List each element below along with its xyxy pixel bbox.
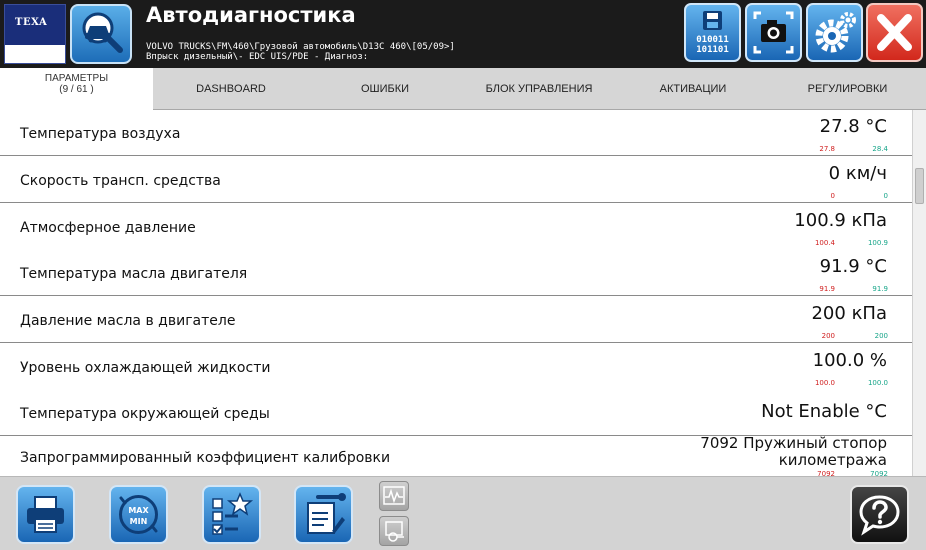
logo-text: TEXA [15,17,48,28]
tab-adjustments[interactable]: РЕГУЛИРОВКИ [769,68,926,110]
parameter-value: 100.9 кПа [794,210,887,231]
parameter-value: 100.0 % [812,350,887,371]
settings-button[interactable] [806,3,863,62]
parameter-max: 0 [883,192,888,200]
parameter-label: Скорость трансп. средства [20,173,221,189]
parameter-value-line2: километража [778,451,887,469]
parameter-row[interactable]: Давление масла в двигателе 200 кПа 200 2… [0,297,912,343]
help-button[interactable] [850,485,909,544]
parameter-value: 200 кПа [811,303,887,324]
parameter-value: 27.8 °C [819,116,887,137]
parameter-label: Давление масла в двигателе [20,313,236,329]
parameter-row[interactable]: Скорость трансп. средства 0 км/ч 0 0 [0,157,912,203]
tab-errors[interactable]: ОШИБКИ [309,68,461,110]
graph-view-button[interactable] [379,481,409,511]
parameter-max: 100.9 [867,239,888,247]
screenshot-button[interactable] [745,3,802,62]
parameter-row[interactable]: Температура воздуха 27.8 °C 27.8 28.4 [0,110,912,156]
list-scrollbar[interactable] [912,110,926,476]
parameter-value: 7092 Пружиный стопор километража [700,435,887,469]
parameter-value-line1: 7092 Пружиный стопор [700,434,887,452]
parameter-max: 91.9 [872,285,888,293]
parameter-min: 100.0 [814,379,835,387]
vehicle-path-line2: Впрыск дизельный\- EDC UIS/PDE - Диагноз… [146,52,369,62]
favorites-checklist-button[interactable] [202,485,261,544]
parameter-label: Запрограммированный коэффициент калибров… [20,450,391,466]
tab-activations[interactable]: АКТИВАЦИИ [617,68,769,110]
screenshot-icon [753,11,794,54]
tab-parameters[interactable]: ПАРАМЕТРЫ (9 / 61 ) [0,68,153,110]
parameter-label: Уровень охлаждающей жидкости [20,360,271,376]
scrollbar-thumb[interactable] [915,168,924,204]
printer-icon [27,496,64,533]
tab-bar: ПАРАМЕТРЫ (9 / 61 ) DASHBOARD ОШИБКИ БЛО… [0,68,926,110]
help-icon [859,495,900,536]
parameter-min: 100.4 [814,239,835,247]
settings-gear-icon [815,12,856,53]
graph-icon [383,486,405,505]
tab-parameters-label: ПАРАМЕТРЫ [44,73,109,84]
parameter-label: Температура масла двигателя [20,266,248,282]
parameter-row[interactable]: Температура масла двигателя 91.9 °C 91.9… [0,250,912,296]
vehicle-path-line1: VOLVO TRUCKS\FM\460\Грузовой автомобиль\… [146,42,455,52]
report-button[interactable] [294,485,353,544]
parameter-label: Атмосферное давление [20,220,196,236]
parameter-row[interactable]: Температура окружающей среды Not Enable … [0,390,912,436]
tab-parameters-count: (9 / 61 ) [59,84,94,95]
parameter-max: 100.0 [867,379,888,387]
search-car-button[interactable] [70,4,132,64]
parameter-max: 28.4 [872,145,888,153]
page-title: Автодиагностика [146,3,356,27]
save-icon-text-1: 010011 [696,35,729,45]
parameter-max: 200 [874,332,888,340]
vehicle-path: VOLVO TRUCKS\FM\460\Грузовой автомобиль\… [146,42,455,62]
max-label: MAX [128,506,149,515]
max-min-button[interactable]: MAX MIN [109,485,168,544]
component-icon [385,521,404,542]
parameter-value: 0 км/ч [828,163,887,184]
bottom-toolbar: MAX MIN [0,476,926,550]
close-button[interactable] [866,3,923,62]
print-button[interactable] [16,485,75,544]
save-data-button[interactable]: 010011 101101 [684,3,741,62]
parameter-min: 91.9 [819,285,835,293]
max-min-icon: MAX MIN [119,495,158,534]
parameter-row[interactable]: Запрограммированный коэффициент калибров… [0,435,912,477]
texa-logo: TEXA [4,4,66,64]
parameter-min: 200 [821,332,835,340]
checklist-star-icon [212,492,254,535]
component-test-button[interactable] [379,516,409,546]
parameter-label: Температура воздуха [20,126,181,142]
parameter-min: 0 [830,192,835,200]
min-label: MIN [130,517,148,526]
save-data-icon: 010011 101101 [696,11,729,55]
tab-dashboard[interactable]: DASHBOARD [153,68,309,110]
parameter-value: 91.9 °C [819,256,887,277]
parameter-label: Температура окружающей среды [20,406,270,422]
parameter-min: 27.8 [819,145,835,153]
parameter-row[interactable]: Уровень охлаждающей жидкости 100.0 % 100… [0,344,912,390]
app-header: TEXA Автодиагностика VOLVO TRUCKS\FM\460… [0,0,926,68]
parameter-list: Температура воздуха 27.8 °C 27.8 28.4 Ск… [0,110,912,476]
search-car-icon [82,12,123,53]
close-icon [877,14,912,51]
parameter-row[interactable]: Атмосферное давление 100.9 кПа 100.4 100… [0,204,912,250]
parameter-value: Not Enable °C [761,401,887,422]
report-wrench-icon [307,493,346,534]
save-icon-text-2: 101101 [696,45,729,55]
tab-control-unit[interactable]: БЛОК УПРАВЛЕНИЯ [461,68,617,110]
